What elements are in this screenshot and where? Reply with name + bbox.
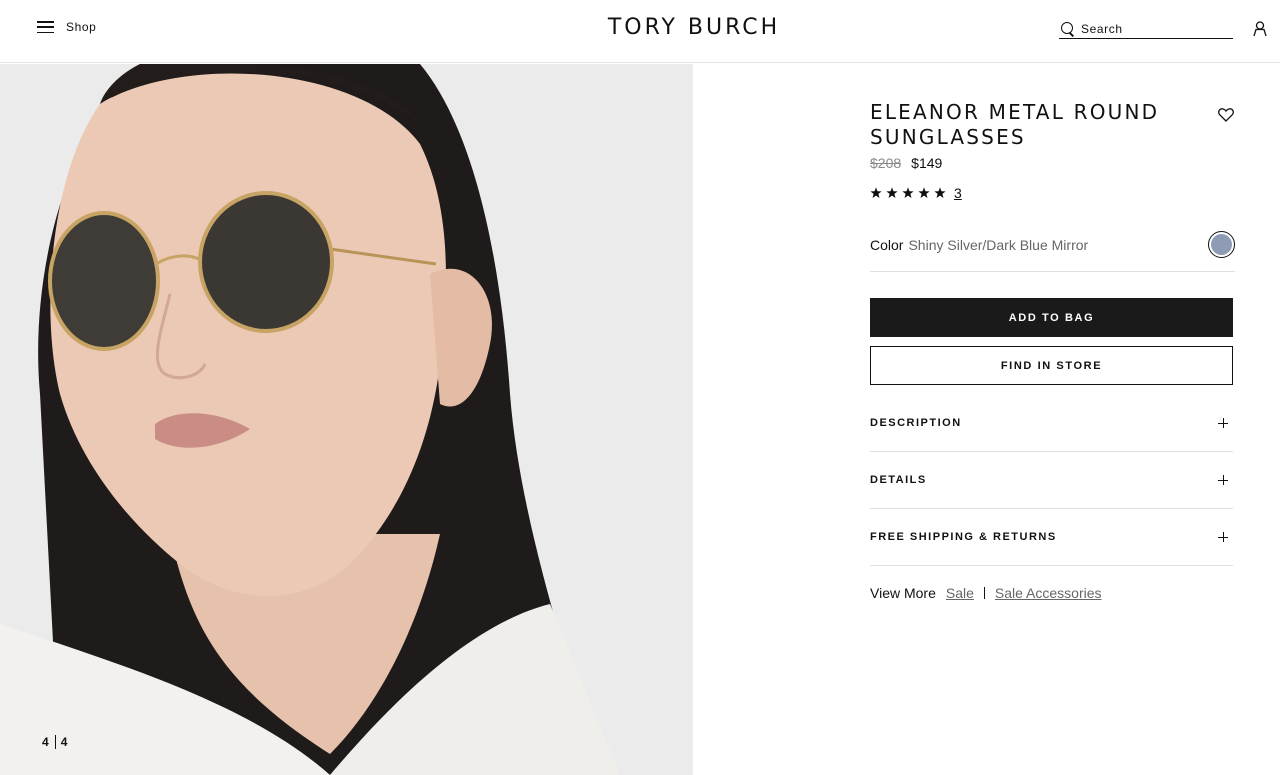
view-more-label: View More bbox=[870, 585, 936, 601]
product-image[interactable]: 4 4 bbox=[0, 64, 693, 775]
color-selector: Color Shiny Silver/Dark Blue Mirror bbox=[870, 228, 1235, 272]
swatch-fill bbox=[1211, 234, 1232, 255]
search-input[interactable] bbox=[1081, 22, 1221, 36]
product-accordion: DESCRIPTION DETAILS FREE SHIPPING & RETU… bbox=[870, 395, 1233, 566]
product-info: ELEANOR METAL ROUND SUNGLASSES bbox=[870, 100, 1233, 150]
account-icon[interactable] bbox=[1253, 21, 1267, 36]
plus-icon bbox=[1218, 475, 1228, 485]
color-value: Shiny Silver/Dark Blue Mirror bbox=[908, 237, 1089, 253]
accordion-shipping-returns[interactable]: FREE SHIPPING & RETURNS bbox=[870, 509, 1233, 566]
accordion-label: FREE SHIPPING & RETURNS bbox=[870, 531, 1057, 543]
accordion-details[interactable]: DETAILS bbox=[870, 452, 1233, 509]
sale-price: $149 bbox=[911, 155, 943, 171]
search-bar[interactable] bbox=[1059, 20, 1233, 39]
price-row: $208 $149 bbox=[870, 155, 942, 171]
pager-separator bbox=[54, 735, 56, 749]
plus-icon bbox=[1218, 532, 1228, 542]
star-icon bbox=[870, 187, 882, 198]
view-more: View More Sale Sale Accessories bbox=[870, 585, 1102, 601]
find-in-store-button[interactable]: FIND IN STORE bbox=[870, 346, 1233, 385]
star-icon bbox=[902, 187, 914, 198]
accordion-label: DESCRIPTION bbox=[870, 417, 962, 429]
view-more-separator bbox=[983, 587, 985, 599]
shop-menu-label: Shop bbox=[66, 20, 97, 34]
menu-icon bbox=[37, 21, 54, 33]
search-icon[interactable] bbox=[1061, 22, 1075, 36]
add-to-bag-button[interactable]: ADD TO BAG bbox=[870, 298, 1233, 337]
star-icon bbox=[886, 187, 898, 198]
product-title: ELEANOR METAL ROUND SUNGLASSES bbox=[870, 100, 1160, 149]
pager-current: 4 bbox=[42, 735, 50, 749]
view-more-link-sale[interactable]: Sale bbox=[946, 585, 974, 601]
rating[interactable]: 3 bbox=[870, 185, 962, 201]
pager-total: 4 bbox=[60, 735, 69, 749]
brand-logo[interactable]: TORY BURCH bbox=[608, 15, 780, 40]
image-pager: 4 4 bbox=[42, 735, 68, 749]
plus-icon bbox=[1218, 418, 1228, 428]
review-count-link[interactable]: 3 bbox=[954, 185, 962, 201]
accordion-label: DETAILS bbox=[870, 474, 927, 486]
original-price: $208 bbox=[870, 155, 902, 171]
star-icon bbox=[918, 187, 930, 198]
star-icon bbox=[934, 187, 946, 198]
view-more-link-sale-accessories[interactable]: Sale Accessories bbox=[995, 585, 1102, 601]
model-photo bbox=[0, 64, 693, 775]
color-label: Color bbox=[870, 237, 904, 253]
shop-menu-button[interactable]: Shop bbox=[37, 20, 96, 34]
color-swatch[interactable] bbox=[1208, 231, 1235, 258]
site-header: Shop TORY BURCH bbox=[0, 0, 1280, 63]
heart-icon[interactable] bbox=[1218, 108, 1234, 122]
accordion-description[interactable]: DESCRIPTION bbox=[870, 395, 1233, 452]
